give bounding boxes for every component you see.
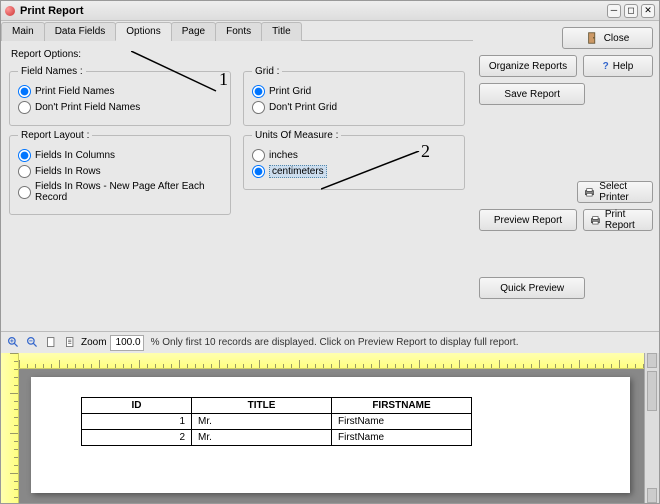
tab-options[interactable]: Options <box>115 22 171 41</box>
table-row: 1 Mr. FirstName <box>82 414 472 430</box>
tab-data-fields[interactable]: Data Fields <box>44 22 117 41</box>
field-names-group: Field Names : Print Field Names Don't Pr… <box>9 66 231 126</box>
preview-page: ID TITLE FIRSTNAME 1 Mr. FirstName 2 Mr. <box>31 377 630 493</box>
zoom-input[interactable] <box>110 335 144 351</box>
app-icon <box>5 6 15 16</box>
vertical-scrollbar[interactable] <box>644 353 659 503</box>
report-options-label: Report Options: <box>11 49 465 60</box>
titlebar: Print Report ─ ◻ ✕ <box>1 1 659 21</box>
radio-fields-in-rows-newpage[interactable]: Fields In Rows - New Page After Each Rec… <box>18 181 222 203</box>
radio-dont-print-field-names[interactable]: Don't Print Field Names <box>18 101 222 114</box>
maximize-button[interactable]: ◻ <box>624 4 638 18</box>
zoom-label: Zoom <box>81 337 107 348</box>
minimize-button[interactable]: ─ <box>607 4 621 18</box>
quick-preview-button[interactable]: Quick Preview <box>479 277 585 299</box>
grid-legend: Grid : <box>252 66 282 77</box>
select-printer-button[interactable]: Select Printer <box>577 181 653 203</box>
print-report-button[interactable]: Print Report <box>583 209 653 231</box>
help-icon: ? <box>603 61 609 72</box>
radio-centimeters[interactable]: centimeters <box>252 165 456 178</box>
radio-print-field-names[interactable]: Print Field Names <box>18 85 222 98</box>
tab-bar: Main Data Fields Options Page Fonts Titl… <box>1 21 473 41</box>
tab-main[interactable]: Main <box>1 22 45 41</box>
side-panel: Close Organize Reports ? Help Save Repor… <box>473 21 659 331</box>
zoom-out-icon[interactable] <box>24 335 40 351</box>
help-button[interactable]: ? Help <box>583 55 653 77</box>
tab-fonts[interactable]: Fonts <box>215 22 262 41</box>
zoom-in-icon[interactable] <box>5 335 21 351</box>
radio-print-grid[interactable]: Print Grid <box>252 85 456 98</box>
data-table: ID TITLE FIRSTNAME 1 Mr. FirstName 2 Mr. <box>81 397 472 446</box>
field-names-legend: Field Names : <box>18 66 86 77</box>
ruler-horizontal <box>19 353 644 369</box>
ruler-vertical <box>1 353 19 503</box>
radio-dont-print-grid[interactable]: Don't Print Grid <box>252 101 456 114</box>
printer-icon <box>590 213 601 227</box>
report-layout-group: Report Layout : Fields In Columns Fields… <box>9 130 231 215</box>
status-message: % Only first 10 records are displayed. C… <box>151 337 519 348</box>
units-group: Units Of Measure : inches centimeters <box>243 130 465 190</box>
tab-page[interactable]: Page <box>171 22 216 41</box>
window-title: Print Report <box>20 5 84 17</box>
close-window-button[interactable]: ✕ <box>641 4 655 18</box>
save-report-button[interactable]: Save Report <box>479 83 585 105</box>
radio-inches[interactable]: inches <box>252 149 456 162</box>
radio-fields-in-columns[interactable]: Fields In Columns <box>18 149 222 162</box>
col-title: TITLE <box>192 398 332 414</box>
report-layout-legend: Report Layout : <box>18 130 92 141</box>
radio-fields-in-rows[interactable]: Fields In Rows <box>18 165 222 178</box>
table-header-row: ID TITLE FIRSTNAME <box>82 398 472 414</box>
units-legend: Units Of Measure : <box>252 130 341 141</box>
close-button[interactable]: Close <box>562 27 653 49</box>
printer-icon <box>584 185 595 199</box>
tab-title[interactable]: Title <box>261 22 302 41</box>
page-icon[interactable] <box>62 335 78 351</box>
col-id: ID <box>82 398 192 414</box>
status-bar: Zoom % Only first 10 records are display… <box>1 331 659 353</box>
door-icon <box>586 31 600 45</box>
preview-report-button[interactable]: Preview Report <box>479 209 577 231</box>
grid-group: Grid : Print Grid Don't Print Grid <box>243 66 465 126</box>
table-row: 2 Mr. FirstName <box>82 430 472 446</box>
fit-page-icon[interactable] <box>43 335 59 351</box>
col-firstname: FIRSTNAME <box>332 398 472 414</box>
tab-content-options: Report Options: Field Names : Print Fiel… <box>1 41 473 227</box>
preview-pane: ID TITLE FIRSTNAME 1 Mr. FirstName 2 Mr. <box>1 353 659 503</box>
organize-reports-button[interactable]: Organize Reports <box>479 55 577 77</box>
